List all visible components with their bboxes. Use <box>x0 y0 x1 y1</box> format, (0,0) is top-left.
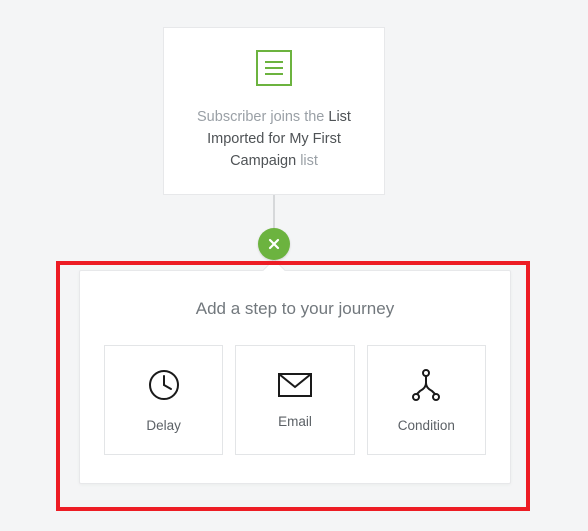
option-condition-label: Condition <box>398 418 455 433</box>
option-delay-label: Delay <box>146 418 181 433</box>
list-icon <box>256 50 292 86</box>
trigger-card[interactable]: Subscriber joins the List Imported for M… <box>163 27 385 195</box>
close-icon <box>268 238 280 250</box>
add-step-panel: Add a step to your journey Delay Email <box>79 270 511 484</box>
close-button[interactable] <box>258 228 290 260</box>
clock-icon <box>147 368 181 402</box>
option-email-label: Email <box>278 414 312 429</box>
option-email[interactable]: Email <box>235 345 354 455</box>
trigger-suffix: list <box>296 153 318 169</box>
option-delay[interactable]: Delay <box>104 345 223 455</box>
panel-title: Add a step to your journey <box>104 299 486 319</box>
trigger-prefix: Subscriber joins the <box>197 109 328 125</box>
option-condition[interactable]: Condition <box>367 345 486 455</box>
trigger-text: Subscriber joins the List Imported for M… <box>182 106 366 172</box>
step-options: Delay Email Condition <box>104 345 486 455</box>
branch-icon <box>411 368 441 402</box>
envelope-icon <box>277 372 313 398</box>
